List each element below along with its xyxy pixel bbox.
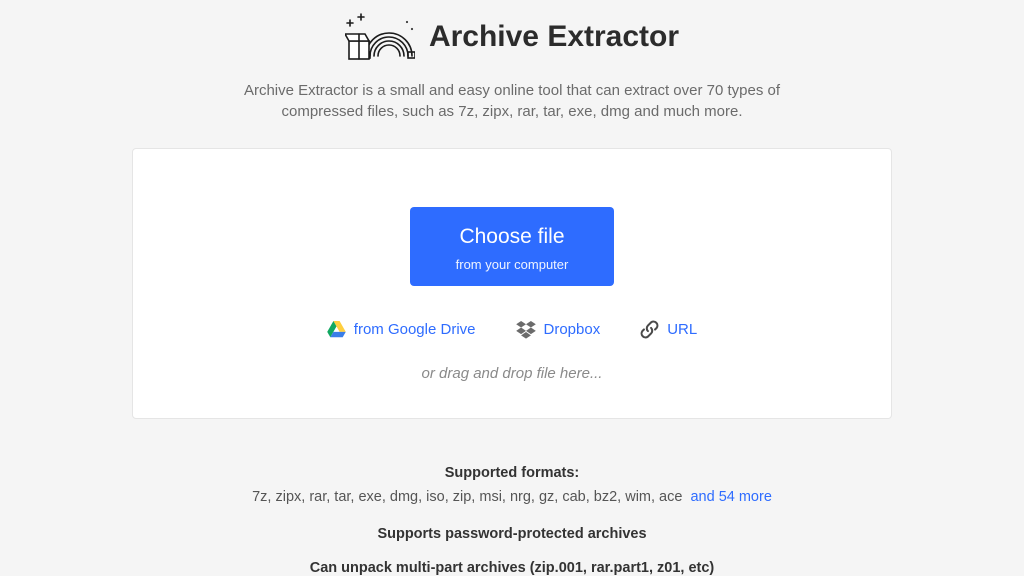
formats-list-text: 7z, zipx, rar, tar, exe, dmg, iso, zip, … (252, 489, 682, 505)
dropbox-label: Dropbox (544, 321, 601, 338)
google-drive-button[interactable]: from Google Drive (327, 321, 476, 338)
dropbox-button[interactable]: Dropbox (516, 321, 601, 339)
supported-formats: Supported formats: 7z, zipx, rar, tar, e… (132, 463, 892, 508)
page-subtitle: Archive Extractor is a small and easy on… (132, 80, 892, 122)
choose-file-button[interactable]: Choose file from your computer (410, 207, 615, 286)
alt-sources-row: from Google Drive Dropbox (173, 320, 851, 339)
choose-file-sublabel: from your computer (456, 257, 569, 272)
url-button[interactable]: URL (640, 320, 697, 339)
choose-file-label: Choose file (456, 225, 569, 249)
dropbox-icon (516, 321, 536, 339)
rainbow-box-icon (345, 12, 415, 62)
page-container: Archive Extractor Archive Extractor is a… (132, 0, 892, 576)
drag-drop-hint: or drag and drop file here... (173, 365, 851, 382)
feature-multipart: Can unpack multi-part archives (zip.001,… (132, 560, 892, 576)
link-icon (640, 320, 659, 339)
google-drive-icon (327, 321, 346, 338)
formats-title: Supported formats: (132, 463, 892, 483)
upload-card: Choose file from your computer from Goog… (132, 148, 892, 419)
formats-list: 7z, zipx, rar, tar, exe, dmg, iso, zip, … (132, 487, 892, 507)
page-title: Archive Extractor (429, 20, 679, 54)
page-header: Archive Extractor (132, 0, 892, 62)
url-label: URL (667, 321, 697, 338)
google-drive-label: from Google Drive (354, 321, 476, 338)
formats-more-link[interactable]: and 54 more (690, 489, 771, 505)
feature-password: Supports password-protected archives (132, 526, 892, 542)
